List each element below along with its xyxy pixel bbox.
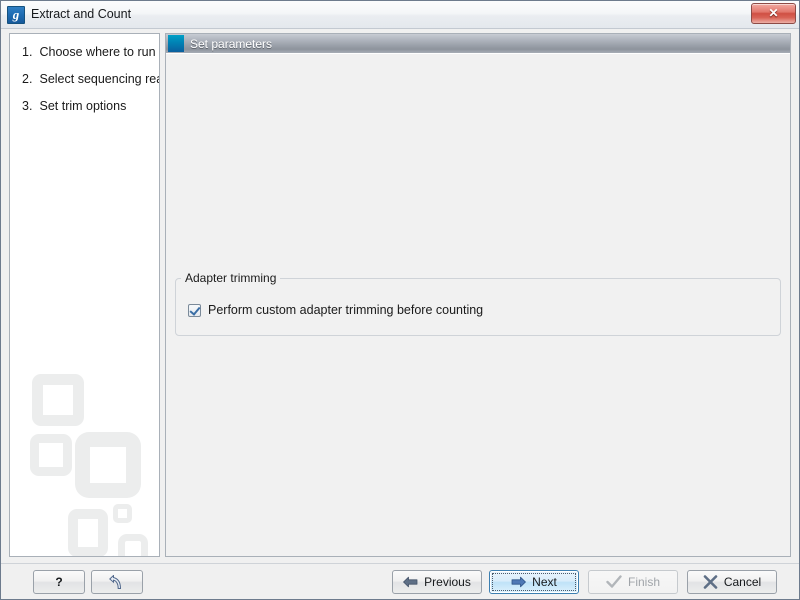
bottom-button-bar: ? Previous Next Finish Cancel: [1, 563, 799, 599]
arrow-right-icon: [511, 576, 527, 588]
step-number: 3.: [22, 99, 33, 113]
cancel-label: Cancel: [723, 575, 762, 589]
checkmark-icon: [606, 575, 622, 589]
help-label: ?: [55, 575, 63, 589]
previous-button[interactable]: Previous: [392, 570, 482, 594]
previous-label: Previous: [424, 575, 471, 589]
close-button[interactable]: ✕: [751, 3, 796, 24]
watermark-square: [32, 374, 84, 426]
arrow-left-icon: [403, 576, 418, 588]
sidebar-step-1[interactable]: 1. Choose where to run: [22, 45, 156, 59]
perform-adapter-trimming-checkbox[interactable]: [188, 303, 201, 317]
step-number: 1.: [22, 45, 33, 59]
sidebar-step-2[interactable]: 2. Select sequencing reads: [22, 72, 159, 86]
help-button[interactable]: ?: [33, 570, 85, 594]
finish-button: Finish: [588, 570, 678, 594]
finish-label: Finish: [627, 575, 660, 589]
close-icon: ✕: [768, 6, 779, 20]
window-title: Extract and Count: [31, 7, 132, 21]
reset-arrow-icon: [108, 574, 126, 590]
steps-sidebar: 1. Choose where to run 2. Select sequenc…: [9, 33, 160, 557]
parameters-panel: Set parameters Adapter trimming Perform …: [165, 33, 791, 557]
group-title: Adapter trimming: [181, 271, 281, 285]
watermark-square: [30, 434, 72, 476]
dialog-window: g Extract and Count ✕ 1. Choose where to…: [0, 0, 800, 600]
reset-button[interactable]: [91, 570, 143, 594]
step-number: 2.: [22, 72, 33, 86]
watermark-square: [75, 432, 141, 498]
step-label: Select sequencing reads: [39, 72, 159, 86]
watermark-square: [68, 509, 108, 556]
dialog-content: 1. Choose where to run 2. Select sequenc…: [1, 29, 799, 599]
panel-header: Set parameters: [166, 34, 790, 54]
panel-header-title: Set parameters: [190, 37, 273, 51]
cancel-button[interactable]: Cancel: [687, 570, 777, 594]
x-icon: [703, 575, 718, 589]
adapter-trimming-group: Adapter trimming Perform custom adapter …: [175, 271, 781, 336]
title-bar: g Extract and Count ✕: [1, 1, 799, 29]
next-label: Next: [532, 575, 557, 589]
perform-adapter-trimming-label: Perform custom adapter trimming before c…: [208, 303, 484, 317]
watermark-square: [113, 504, 132, 523]
perform-adapter-trimming-row[interactable]: Perform custom adapter trimming before c…: [188, 303, 483, 317]
app-icon: g: [7, 6, 25, 24]
blue-square-icon: [168, 35, 184, 52]
step-label: Choose where to run: [39, 45, 156, 59]
watermark-square: [118, 534, 148, 556]
sidebar-step-3[interactable]: 3. Set trim options: [22, 99, 126, 113]
step-label: Set trim options: [39, 99, 127, 113]
next-button[interactable]: Next: [489, 570, 579, 594]
